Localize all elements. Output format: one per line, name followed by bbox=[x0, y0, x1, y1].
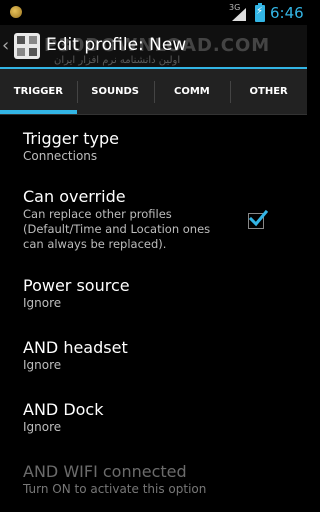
tab-comm[interactable]: COMM bbox=[153, 69, 231, 114]
setting-title: AND WIFI connected bbox=[23, 462, 187, 481]
checkmark-icon bbox=[248, 209, 268, 227]
setting-title: AND headset bbox=[23, 338, 128, 357]
setting-summary: Can replace other profiles (Default/Time… bbox=[23, 207, 211, 251]
tab-other[interactable]: OTHER bbox=[230, 69, 307, 114]
tab-sounds[interactable]: SOUNDS bbox=[76, 69, 154, 114]
setting-and-headset[interactable]: AND headset Ignore bbox=[0, 324, 307, 386]
status-bar: 3G ⚡ 6:46 bbox=[0, 0, 307, 25]
can-override-checkbox[interactable] bbox=[248, 209, 268, 229]
setting-title: Power source bbox=[23, 276, 130, 295]
watermark-subtitle: اولین دانشنامه نرم افزار ایران bbox=[54, 55, 181, 66]
setting-summary: Ignore bbox=[23, 420, 62, 434]
settings-list: Trigger type Connections Can override Ca… bbox=[0, 115, 307, 506]
signal-icon bbox=[232, 8, 246, 21]
tab-bar: TRIGGER SOUNDS COMM OTHER bbox=[0, 69, 307, 115]
page-title: Edit profile: New bbox=[46, 35, 187, 55]
charging-icon: ⚡ bbox=[256, 6, 264, 17]
status-clock: 6:46 bbox=[270, 4, 304, 22]
tab-label: OTHER bbox=[249, 86, 288, 97]
tab-trigger[interactable]: TRIGGER bbox=[0, 69, 77, 114]
setting-and-dock[interactable]: AND Dock Ignore bbox=[0, 386, 307, 448]
notification-icon bbox=[10, 6, 22, 18]
tab-label: COMM bbox=[174, 86, 210, 97]
setting-summary: Ignore bbox=[23, 358, 62, 372]
setting-and-wifi-connected: AND WIFI connected Turn ON to activate t… bbox=[0, 448, 307, 506]
setting-title: AND Dock bbox=[23, 400, 104, 419]
setting-summary: Connections bbox=[23, 149, 98, 163]
tab-label: TRIGGER bbox=[13, 86, 63, 97]
tab-label: SOUNDS bbox=[91, 86, 139, 97]
setting-power-source[interactable]: Power source Ignore bbox=[0, 262, 307, 324]
app-icon[interactable] bbox=[14, 33, 40, 59]
setting-summary: Turn ON to activate this option bbox=[23, 482, 207, 496]
setting-summary: Ignore bbox=[23, 296, 62, 310]
action-bar: ‹ P30DOWNLOAD.COM Edit profile: New اولی… bbox=[0, 25, 307, 69]
setting-trigger-type[interactable]: Trigger type Connections bbox=[0, 115, 307, 173]
setting-title: Trigger type bbox=[23, 129, 120, 148]
navigate-up-icon[interactable]: ‹ bbox=[2, 35, 9, 56]
setting-title: Can override bbox=[23, 187, 126, 206]
